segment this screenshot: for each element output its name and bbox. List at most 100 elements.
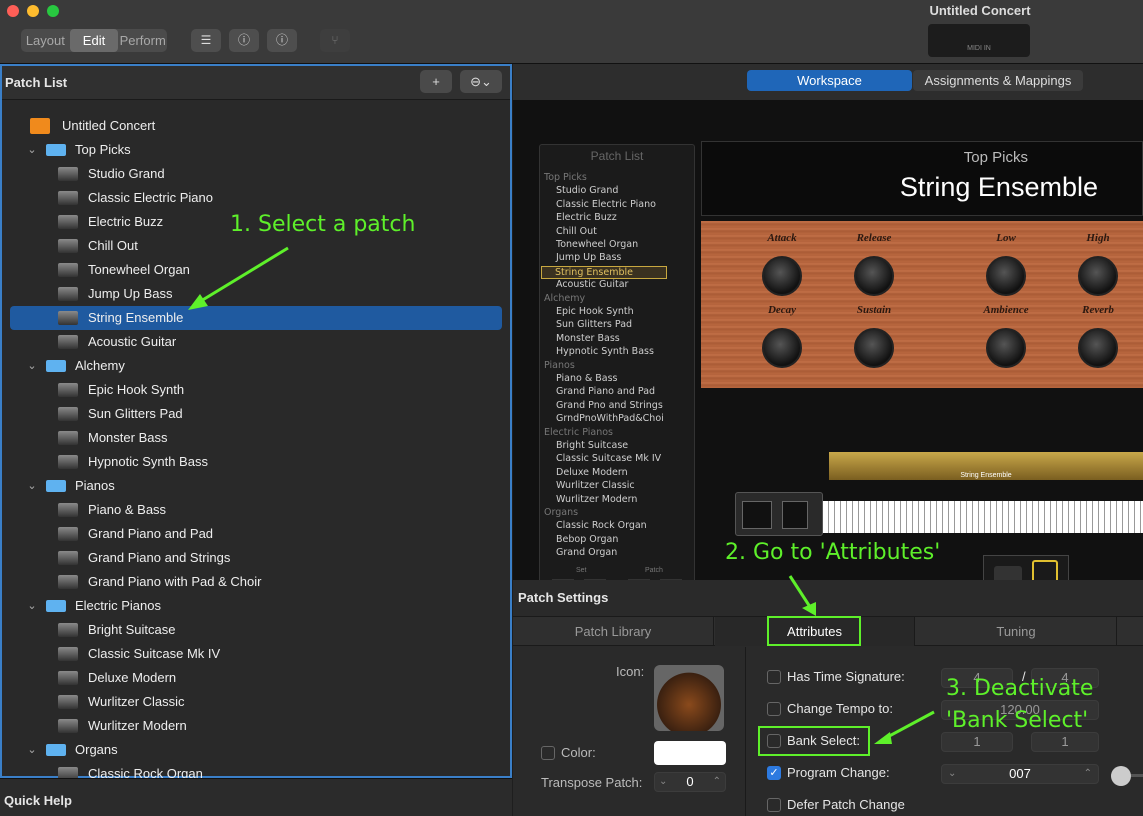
patch-row[interactable]: Epic Hook Synth xyxy=(10,378,502,402)
patch-row[interactable]: Classic Electric Piano xyxy=(10,186,502,210)
workspace-patch-item[interactable]: Hypnotic Synth Bass xyxy=(556,346,654,357)
program-change-stepper[interactable]: ⌄ 007 ⌃ xyxy=(941,764,1099,784)
mod-wheel[interactable] xyxy=(782,501,808,529)
pitch-mod-wheels[interactable] xyxy=(735,492,823,536)
list-view-button[interactable]: ☰ xyxy=(191,29,221,52)
keyboard[interactable] xyxy=(823,493,1143,533)
patch-actions-menu-button[interactable]: ⊖⌄ xyxy=(460,70,502,93)
pitch-wheel[interactable] xyxy=(742,501,772,529)
patch-row[interactable]: Deluxe Modern xyxy=(10,666,502,690)
workspace-patch-item[interactable]: Grand Pno and Strings xyxy=(556,400,663,411)
workspace-patch-item[interactable]: Wurlitzer Classic xyxy=(556,480,635,491)
workspace-patch-item[interactable]: Bright Suitcase xyxy=(556,440,628,451)
patch-list-header: Patch List + ⊖⌄ xyxy=(2,66,510,100)
add-patch-button[interactable]: + xyxy=(420,70,452,93)
workspace-patch-item[interactable]: String Ensemble xyxy=(541,265,667,279)
tab-patch-library[interactable]: Patch Library xyxy=(513,617,714,646)
tab-tuning[interactable]: Tuning xyxy=(916,617,1117,646)
workspace-patch-item[interactable]: Piano & Bass xyxy=(556,373,618,384)
workspace-patch-item[interactable]: Deluxe Modern xyxy=(556,467,628,478)
mode-perform-button[interactable]: Perform xyxy=(118,29,167,52)
concert-row[interactable]: Untitled Concert xyxy=(10,114,502,138)
patch-row[interactable]: Wurlitzer Classic xyxy=(10,690,502,714)
patch-row[interactable]: Hypnotic Synth Bass xyxy=(10,450,502,474)
workspace-patch-item[interactable]: Bebop Organ xyxy=(556,534,618,545)
patch-row[interactable]: Grand Piano and Pad xyxy=(10,522,502,546)
tab-assignments-mappings[interactable]: Assignments & Mappings xyxy=(913,70,1083,91)
row-label: Acoustic Guitar xyxy=(88,334,177,349)
chevron-down-icon[interactable]: ⌄ xyxy=(26,474,38,498)
knob-low[interactable] xyxy=(986,256,1026,296)
workspace-patch-item[interactable]: Chill Out xyxy=(556,226,597,237)
workspace-patch-item[interactable]: Wurlitzer Modern xyxy=(556,494,637,505)
folder-row[interactable]: ⌄ Pianos xyxy=(10,474,502,498)
quick-help-button[interactable]: ⓘ xyxy=(267,29,297,52)
has-time-signature-checkbox[interactable] xyxy=(767,670,781,684)
workspace-patch-item[interactable]: GrndPnoWithPad&Choi xyxy=(556,413,664,424)
program-change-checkbox[interactable]: ✓ xyxy=(767,766,781,780)
workspace-patch-item[interactable]: Tonewheel Organ xyxy=(556,239,638,250)
workspace-patch-item[interactable]: Grand Organ xyxy=(556,547,617,558)
color-checkbox[interactable] xyxy=(541,746,555,760)
zoom-window-button[interactable] xyxy=(47,5,59,17)
workspace-patch-item[interactable]: Classic Suitcase Mk IV xyxy=(556,453,661,464)
tuner-button[interactable]: ⑂ xyxy=(320,29,350,52)
folder-row[interactable]: ⌄ Organs xyxy=(10,738,502,762)
instrument-icon xyxy=(58,239,78,253)
minimize-window-button[interactable] xyxy=(27,5,39,17)
patch-row[interactable]: Monster Bass xyxy=(10,426,502,450)
chevron-down-icon[interactable]: ⌄ xyxy=(26,354,38,378)
bank-lsb-stepper[interactable]: 1 xyxy=(1031,732,1099,752)
defer-patch-change-checkbox[interactable] xyxy=(767,798,781,812)
chevron-down-icon[interactable]: ⌄ xyxy=(26,138,38,162)
workspace-patch-item[interactable]: Studio Grand xyxy=(556,185,618,196)
workspace-patch-item[interactable]: Jump Up Bass xyxy=(556,252,621,263)
close-window-button[interactable] xyxy=(7,5,19,17)
more-options-icon: ⊖⌄ xyxy=(470,74,492,89)
display-patch-name: String Ensemble xyxy=(899,172,1098,202)
program-slider-knob[interactable] xyxy=(1111,766,1131,786)
mode-layout-button[interactable]: Layout xyxy=(21,29,70,52)
patch-row[interactable]: Acoustic Guitar xyxy=(10,330,502,354)
patch-row[interactable]: Grand Piano with Pad & Choir xyxy=(10,570,502,594)
transpose-stepper[interactable]: ⌄ 0 ⌃ xyxy=(654,772,726,792)
patch-row[interactable]: Wurlitzer Modern xyxy=(10,714,502,738)
color-swatch[interactable] xyxy=(654,741,726,765)
tab-workspace[interactable]: Workspace xyxy=(747,70,912,91)
workspace-patch-item[interactable]: Epic Hook Synth xyxy=(556,306,634,317)
patch-icon-well[interactable] xyxy=(654,665,724,731)
patch-row[interactable]: Sun Glitters Pad xyxy=(10,402,502,426)
folder-row[interactable]: ⌄ Electric Pianos xyxy=(10,594,502,618)
knob-ambience[interactable] xyxy=(986,328,1026,368)
workspace-patch-list[interactable]: Patch List Top Picks Studio Grand Classic … xyxy=(539,144,695,606)
change-tempo-checkbox[interactable] xyxy=(767,702,781,716)
instrument-icon xyxy=(58,527,78,541)
inspector-button[interactable]: ⓘ xyxy=(229,29,259,52)
patch-row[interactable]: Studio Grand xyxy=(10,162,502,186)
bank-msb-stepper[interactable]: 1 xyxy=(941,732,1013,752)
chevron-down-icon[interactable]: ⌄ xyxy=(26,594,38,618)
knob-attack[interactable] xyxy=(762,256,802,296)
patch-row[interactable]: Piano & Bass xyxy=(10,498,502,522)
mode-edit-button[interactable]: Edit xyxy=(69,29,119,52)
knob-high[interactable] xyxy=(1078,256,1118,296)
chevron-down-icon[interactable]: ⌄ xyxy=(26,738,38,762)
patch-row[interactable]: Bright Suitcase xyxy=(10,618,502,642)
instrument-icon xyxy=(58,407,78,421)
knob-release[interactable] xyxy=(854,256,894,296)
patch-row[interactable]: Grand Piano and Strings xyxy=(10,546,502,570)
folder-row[interactable]: ⌄ Top Picks xyxy=(10,138,502,162)
knob-sustain[interactable] xyxy=(854,328,894,368)
workspace-patch-item[interactable]: Grand Piano and Pad xyxy=(556,386,655,397)
workspace-patch-item[interactable]: Classic Electric Piano xyxy=(556,199,656,210)
folder-row[interactable]: ⌄ Alchemy xyxy=(10,354,502,378)
workspace-patch-item[interactable]: Acoustic Guitar xyxy=(556,279,628,290)
patch-row[interactable]: Classic Suitcase Mk IV xyxy=(10,642,502,666)
workspace-patch-item[interactable]: Electric Buzz xyxy=(556,212,617,223)
workspace-patch-item[interactable]: Classic Rock Organ xyxy=(556,520,647,531)
workspace-patch-item[interactable]: Sun Glitters Pad xyxy=(556,319,632,330)
knob-decay[interactable] xyxy=(762,328,802,368)
workspace-patch-item[interactable]: Monster Bass xyxy=(556,333,620,344)
patch-display: Top Picks String Ensemble xyxy=(701,141,1143,216)
knob-reverb[interactable] xyxy=(1078,328,1118,368)
